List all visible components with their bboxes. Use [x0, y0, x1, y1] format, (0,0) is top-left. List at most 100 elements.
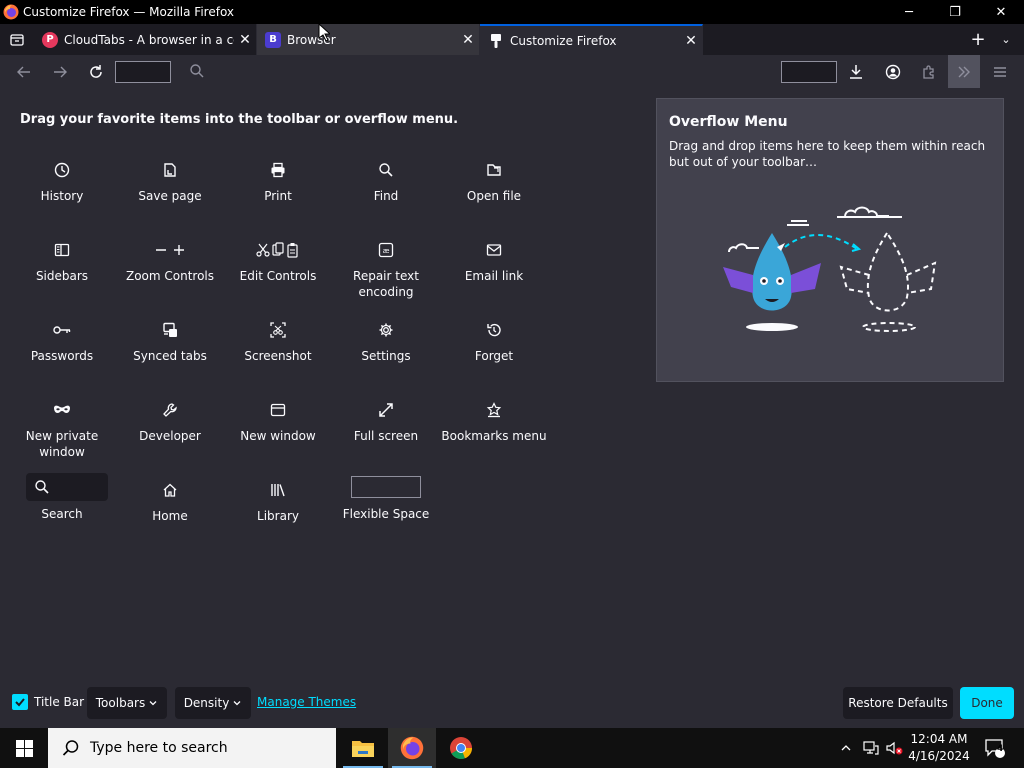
palette-item-label: Edit Controls	[239, 269, 317, 283]
density-label: Density	[183, 696, 230, 710]
bookmark-star-icon	[486, 402, 502, 418]
tab-cloudtabs[interactable]: P CloudTabs - A browser in a computer ✕	[34, 24, 257, 55]
palette-item-new-window[interactable]: New window	[224, 400, 332, 444]
tab-browser[interactable]: B Browser ✕	[257, 24, 480, 55]
app-menu-button[interactable]	[986, 58, 1014, 86]
palette-item-home[interactable]: Home	[116, 480, 224, 524]
action-center-button[interactable]: 4	[980, 728, 1010, 768]
mask-icon	[54, 405, 70, 413]
palette-item-settings[interactable]: Settings	[332, 320, 440, 364]
checkmark-icon	[15, 698, 25, 707]
puzzle-piece-icon	[923, 65, 934, 79]
chevron-down-icon	[233, 701, 241, 706]
palette-item-save-page[interactable]: Save page	[116, 160, 224, 204]
tab-close-icon[interactable]: ✕	[457, 32, 479, 48]
back-button[interactable]	[10, 58, 38, 86]
extensions-button[interactable]	[915, 58, 943, 86]
downloads-button[interactable]	[842, 58, 870, 86]
notification-count-badge: 4	[997, 744, 1004, 754]
palette-item-repair-text-encoding[interactable]: æ Repair text encoding	[332, 240, 440, 300]
taskbar-file-explorer[interactable]	[339, 728, 387, 768]
chevron-double-right-icon	[958, 66, 970, 77]
windows-logo-icon	[15, 739, 33, 757]
search-icon	[62, 740, 79, 756]
palette-item-screenshot[interactable]: Screenshot	[224, 320, 332, 364]
palette-item-full-screen[interactable]: Full screen	[332, 400, 440, 444]
taskbar-search-box[interactable]: Type here to search	[48, 728, 336, 768]
title-bar-label[interactable]: Title Bar	[34, 695, 84, 709]
palette-item-history[interactable]: History	[8, 160, 116, 204]
list-all-tabs-button[interactable]: ⌄	[996, 24, 1016, 55]
title-bar-checkbox[interactable]	[12, 694, 28, 710]
palette-item-find[interactable]: Find	[332, 160, 440, 204]
key-icon	[53, 326, 71, 334]
search-widget-preview[interactable]	[26, 473, 108, 501]
done-button[interactable]: Done	[960, 687, 1014, 719]
start-button[interactable]	[0, 728, 48, 768]
restore-button[interactable]: ❐	[932, 0, 978, 24]
paintbrush-icon	[491, 33, 501, 48]
taskbar-clock[interactable]: 12:04 AM 4/16/2024	[906, 731, 972, 765]
wrench-icon	[163, 403, 177, 417]
overflow-illustration-icon	[723, 206, 937, 332]
urlbar-placeholder[interactable]	[115, 61, 171, 83]
taskbar-chrome[interactable]	[437, 728, 485, 768]
taskbar-search-placeholder: Type here to search	[90, 740, 228, 756]
palette-item-new-private-window[interactable]: New private window	[8, 400, 116, 460]
palette-item-print[interactable]: Print	[224, 160, 332, 204]
palette-item-flexible-space[interactable]: Flexible Space	[332, 506, 440, 522]
tab-close-icon[interactable]: ✕	[234, 32, 256, 48]
overflow-panel-title: Overflow Menu	[669, 114, 788, 130]
palette-item-label: Home	[152, 509, 188, 523]
palette-item-edit-controls[interactable]: Edit Controls	[224, 240, 332, 284]
account-icon	[885, 64, 901, 80]
palette-item-passwords[interactable]: Passwords	[8, 320, 116, 364]
palette-item-library[interactable]: Library	[224, 480, 332, 524]
palette-item-sidebars[interactable]: Sidebars	[8, 240, 116, 284]
tab-customize-firefox[interactable]: Customize Firefox ✕	[480, 24, 703, 55]
palette-item-label: Developer	[139, 429, 201, 443]
palette-item-open-file[interactable]: Open file	[440, 160, 548, 204]
palette-item-label: Screenshot	[244, 349, 312, 363]
tray-chevron-up-icon[interactable]	[836, 728, 856, 768]
overflow-menu-button[interactable]	[948, 55, 980, 88]
palette-item-zoom-controls[interactable]: Zoom Controls	[116, 240, 224, 284]
reload-button[interactable]	[82, 58, 110, 86]
forward-button[interactable]	[46, 58, 74, 86]
palette-item-label: Find	[373, 189, 399, 203]
density-dropdown-button[interactable]: Density	[175, 687, 251, 719]
palette-item-label: New private window	[25, 429, 99, 459]
window-title: Customize Firefox — Mozilla Firefox	[23, 5, 235, 19]
search-icon	[35, 480, 49, 494]
volume-muted-icon[interactable]	[884, 728, 906, 768]
account-button[interactable]	[879, 58, 907, 86]
firefox-view-icon	[10, 33, 24, 46]
navigation-toolbar	[0, 55, 1024, 89]
minimize-button[interactable]: ─	[886, 0, 932, 24]
overflow-menu-panel[interactable]: Overflow Menu Drag and drop items here t…	[656, 98, 1004, 382]
close-window-button[interactable]: ✕	[978, 0, 1024, 24]
palette-item-synced-tabs[interactable]: Synced tabs	[116, 320, 224, 364]
restore-defaults-button[interactable]: Restore Defaults	[843, 687, 953, 719]
chevron-down-icon	[149, 701, 157, 706]
clock-time: 12:04 AM	[910, 732, 968, 746]
tab-close-icon[interactable]: ✕	[680, 33, 702, 49]
palette-item-label: Search	[41, 507, 83, 521]
palette-item-forget[interactable]: Forget	[440, 320, 548, 364]
taskbar-firefox[interactable]	[388, 728, 436, 768]
flexible-space-icon	[351, 476, 421, 498]
browser-favicon-icon: B	[265, 31, 281, 48]
manage-themes-link[interactable]: Manage Themes	[257, 695, 356, 709]
palette-item-email-link[interactable]: Email link	[440, 240, 548, 284]
save-page-icon	[164, 163, 176, 177]
mouse-cursor-icon	[318, 23, 330, 41]
palette-item-search[interactable]: Search	[8, 506, 116, 522]
network-icon[interactable]	[860, 728, 882, 768]
palette-item-bookmarks-menu[interactable]: Bookmarks menu	[440, 400, 548, 444]
window-titlebar[interactable]: Customize Firefox — Mozilla Firefox ─ ❐ …	[0, 0, 1024, 24]
flexible-space-placeholder[interactable]	[781, 61, 837, 83]
firefox-view-button[interactable]	[0, 24, 34, 55]
new-tab-button[interactable]: +	[966, 24, 990, 55]
palette-item-developer[interactable]: Developer	[116, 400, 224, 444]
toolbars-dropdown-button[interactable]: Toolbars	[87, 687, 167, 719]
